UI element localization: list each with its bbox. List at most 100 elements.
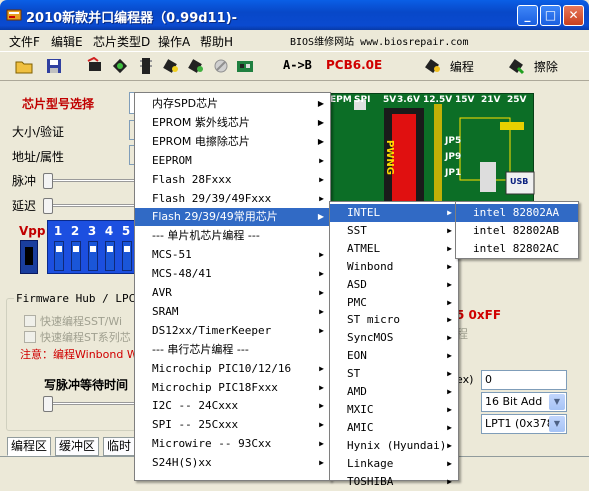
chip-type-item-label: MCS-51	[152, 248, 192, 262]
manufacturer-item-label: INTEL	[347, 206, 381, 219]
ex-input[interactable]: 0	[481, 370, 567, 390]
chip-read-icon[interactable]	[86, 57, 104, 75]
pulse-slider-track[interactable]	[44, 179, 136, 182]
board-icon[interactable]	[236, 57, 254, 75]
menu-file[interactable]: 文件F	[9, 33, 40, 50]
manufacturer-item[interactable]: Winbond ▶	[330, 258, 458, 276]
open-folder-icon[interactable]	[15, 57, 33, 75]
chip-erase-icon[interactable]	[187, 57, 205, 75]
chip-type-item[interactable]: Flash 29/39/49常用芯片 ▶	[135, 208, 330, 227]
close-button[interactable]: ✕	[563, 5, 584, 26]
chip-type-item[interactable]: MCS-48/41 ▶	[135, 265, 330, 283]
manufacturer-item[interactable]: MXIC ▶	[330, 401, 458, 419]
manufacturer-item[interactable]: AMD ▶	[330, 383, 458, 401]
chip-verify-icon[interactable]	[162, 57, 180, 75]
ox-text: 5 0xFF	[456, 308, 502, 322]
manufacturer-item[interactable]: INTEL ▶	[330, 204, 458, 222]
menu-chip-type[interactable]: 芯片类型D	[93, 33, 150, 50]
delay-slider-thumb[interactable]	[43, 198, 53, 214]
chip-type-item[interactable]: Microwire -- 93Cxx ▶	[135, 435, 330, 453]
submenu-arrow-icon: ▶	[447, 279, 452, 289]
chip-type-item-label: DS12xx/TimerKeeper	[152, 323, 272, 337]
manufacturer-item[interactable]: AMIC ▶	[330, 419, 458, 437]
delay-slider-track[interactable]	[44, 204, 136, 207]
manufacturer-item[interactable]: TOSHIBA ▶	[330, 473, 458, 491]
submenu-arrow-icon: ▶	[319, 439, 324, 449]
chip-type-item-label: I2C -- 24Cxxx	[152, 399, 239, 413]
tab-buffer[interactable]: 缓冲区	[55, 437, 100, 456]
addr-mode-select[interactable]: 16 Bit Add ▼	[481, 392, 567, 412]
dip-switch-2[interactable]	[71, 241, 81, 271]
chip-type-item[interactable]: Microchip PIC10/12/16 ▶	[135, 360, 330, 378]
submenu-arrow-icon: ▶	[447, 422, 452, 432]
write-wait-slider-track[interactable]	[44, 402, 136, 405]
chip-type-item[interactable]: Flash 28Fxxx ▶	[135, 171, 330, 189]
tab-temp[interactable]: 临时	[103, 437, 136, 456]
chip-type-item[interactable]: EPROM 电擦除芯片 ▶	[135, 133, 330, 151]
tab-program-area[interactable]: 编程区	[7, 437, 52, 456]
manufacturer-item-label: ST	[347, 367, 361, 381]
port-value: LPT1 (0x378)	[485, 417, 559, 430]
manufacturer-item[interactable]: PMC ▶	[330, 294, 458, 312]
chip-write-icon[interactable]	[111, 57, 129, 75]
manufacturer-item[interactable]: SST ▶	[330, 222, 458, 240]
chevron-down-icon[interactable]: ▼	[549, 416, 565, 432]
dip-switch-1[interactable]	[54, 241, 64, 271]
chip-type-item[interactable]: AVR ▶	[135, 284, 330, 302]
chip-model-item[interactable]: intel 82802AB	[456, 222, 578, 240]
dip-switch-5[interactable]	[122, 241, 132, 271]
chip-type-item[interactable]: 内存SPD芯片 ▶	[135, 95, 330, 113]
chip-type-item-label: Microwire -- 93Cxx	[152, 437, 272, 451]
chip-type-item[interactable]: I2C -- 24Cxxx ▶	[135, 397, 330, 415]
dip-switch-4[interactable]	[105, 241, 115, 271]
save-disk-icon[interactable]	[45, 57, 63, 75]
menu-help[interactable]: 帮助H	[200, 33, 233, 50]
fast-sst-checkbox[interactable]	[24, 315, 36, 327]
chip-type-separator: --- 单片机芯片编程 ---	[135, 227, 330, 245]
manufacturer-item[interactable]: Linkage ▶	[330, 455, 458, 473]
port-select[interactable]: LPT1 (0x378) ▼	[481, 414, 567, 434]
vpp-jumper[interactable]	[20, 240, 38, 274]
submenu-arrow-icon: ▶	[319, 325, 324, 335]
fast-st-checkbox[interactable]	[24, 331, 36, 343]
maximize-button[interactable]: □	[540, 5, 561, 26]
menu-operation[interactable]: 操作A	[158, 33, 190, 50]
manufacturer-item[interactable]: SyncMOS ▶	[330, 329, 458, 347]
chip-protect-icon[interactable]	[212, 57, 230, 75]
chip-type-item[interactable]: DS12xx/TimerKeeper ▶	[135, 322, 330, 340]
menu-edit[interactable]: 编辑E	[51, 33, 83, 50]
chip-type-item[interactable]: SPI -- 25Cxxx ▶	[135, 416, 330, 434]
minimize-button[interactable]: _	[517, 5, 538, 26]
manufacturer-item[interactable]: Hynix (Hyundai) ▶	[330, 437, 458, 455]
chip-type-item[interactable]: Microchip PIC18Fxxx ▶	[135, 379, 330, 397]
submenu-arrow-icon: ▶	[447, 440, 452, 450]
fast-st-label: 快速编程ST系列芯	[40, 331, 131, 344]
erase-label: 擦除	[533, 60, 558, 74]
manufacturer-item[interactable]: ASD ▶	[330, 276, 458, 294]
manufacturer-item[interactable]: ATMEL ▶	[330, 240, 458, 258]
chip-model-item[interactable]: intel 82802AA	[456, 204, 578, 222]
submenu-arrow-icon: ▶	[447, 387, 452, 396]
chip-type-item[interactable]: S24H(S)xx ▶	[135, 454, 330, 472]
manufacturer-item-label: Hynix (Hyundai)	[347, 438, 447, 452]
chip-type-item[interactable]: EPROM 紫外线芯片 ▶	[135, 114, 330, 132]
chevron-down-icon[interactable]: ▼	[549, 394, 565, 410]
chip-type-item[interactable]: MCS-51 ▶	[135, 246, 330, 264]
write-wait-slider-thumb[interactable]	[43, 396, 53, 412]
manufacturer-item[interactable]: ST ▶	[330, 365, 458, 383]
chip-type-item[interactable]: SRAM ▶	[135, 303, 330, 321]
chip-blank-icon[interactable]	[137, 57, 155, 75]
site-link[interactable]: BIOS维修网站 www.biosrepair.com	[290, 33, 468, 48]
chip-type-item-label: Microchip PIC10/12/16	[152, 361, 292, 375]
chip-model-item[interactable]: intel 82802AC	[456, 240, 578, 258]
chip-type-item[interactable]: EEPROM ▶	[135, 152, 330, 170]
chip-type-item[interactable]: Flash 29/39/49Fxxx ▶	[135, 190, 330, 208]
dip-switch-3[interactable]	[88, 241, 98, 271]
pulse-slider-thumb[interactable]	[43, 173, 53, 189]
erase-button[interactable]: 擦除	[508, 57, 558, 75]
manufacturer-item[interactable]: EON ▶	[330, 347, 458, 365]
vpp-label: Vpp	[19, 224, 46, 238]
manufacturer-item[interactable]: ST micro ▶	[330, 311, 458, 329]
program-button[interactable]: 编程	[424, 57, 474, 75]
board-label-21v: 21V	[481, 95, 501, 105]
